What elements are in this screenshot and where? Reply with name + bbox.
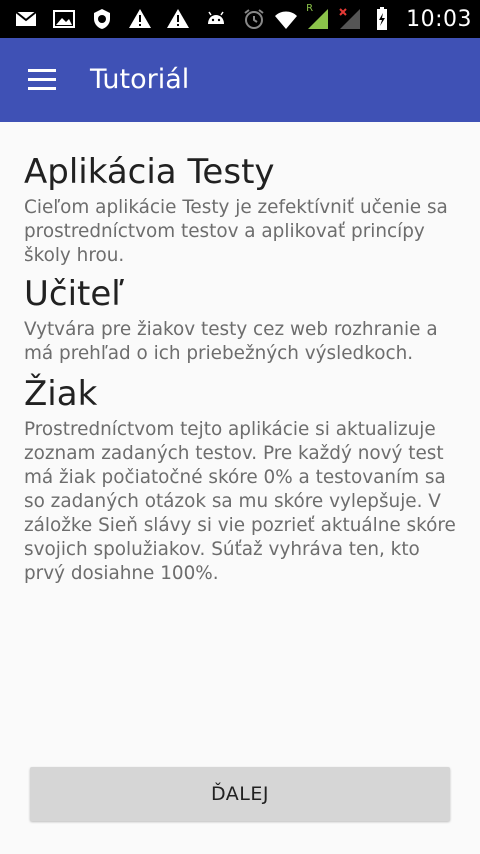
- status-bar: R 10:03: [0, 0, 480, 38]
- menu-icon: [28, 69, 56, 72]
- warning-icon: [128, 7, 152, 31]
- section-app: Aplikácia Testy Cieľom aplikácie Testy j…: [24, 150, 456, 268]
- section-heading: Učiteľ: [24, 274, 125, 314]
- image-icon: [52, 7, 76, 31]
- warning-icon: [166, 7, 190, 31]
- menu-button[interactable]: [18, 60, 66, 100]
- battery-charging-icon: [370, 7, 394, 31]
- app-bar: Tutoriál: [0, 38, 480, 122]
- wifi-icon: [274, 7, 298, 31]
- roaming-label: R: [306, 3, 314, 14]
- section-text: Cieľom aplikácie Testy je zefektívniť uč…: [24, 197, 448, 266]
- section-heading: Aplikácia Testy: [24, 152, 275, 192]
- clock: 10:03: [406, 6, 472, 32]
- no-signal-icon: [338, 7, 362, 31]
- mail-icon: [14, 7, 38, 31]
- system-icons: R 10:03: [242, 3, 472, 34]
- section-heading: Žiak: [24, 374, 98, 414]
- section-student: Žiak Prostredníctvom tejto aplikácie si …: [24, 372, 456, 586]
- alarm-icon: [242, 7, 266, 31]
- shield-icon: [90, 7, 114, 31]
- section-teacher: Učiteľ Vytvára pre žiakov testy cez web …: [24, 272, 456, 366]
- page-title: Tutoriál: [90, 64, 190, 95]
- signal-icon: R: [306, 3, 330, 31]
- next-button[interactable]: ĎALEJ: [30, 767, 450, 821]
- tutorial-content: Aplikácia Testy Cieľom aplikácie Testy j…: [24, 150, 456, 586]
- notification-icons: [14, 7, 228, 31]
- android-icon: [204, 7, 228, 31]
- section-text: Prostredníctvom tejto aplikácie si aktua…: [24, 419, 456, 584]
- section-text: Vytvára pre žiakov testy cez web rozhran…: [24, 319, 438, 364]
